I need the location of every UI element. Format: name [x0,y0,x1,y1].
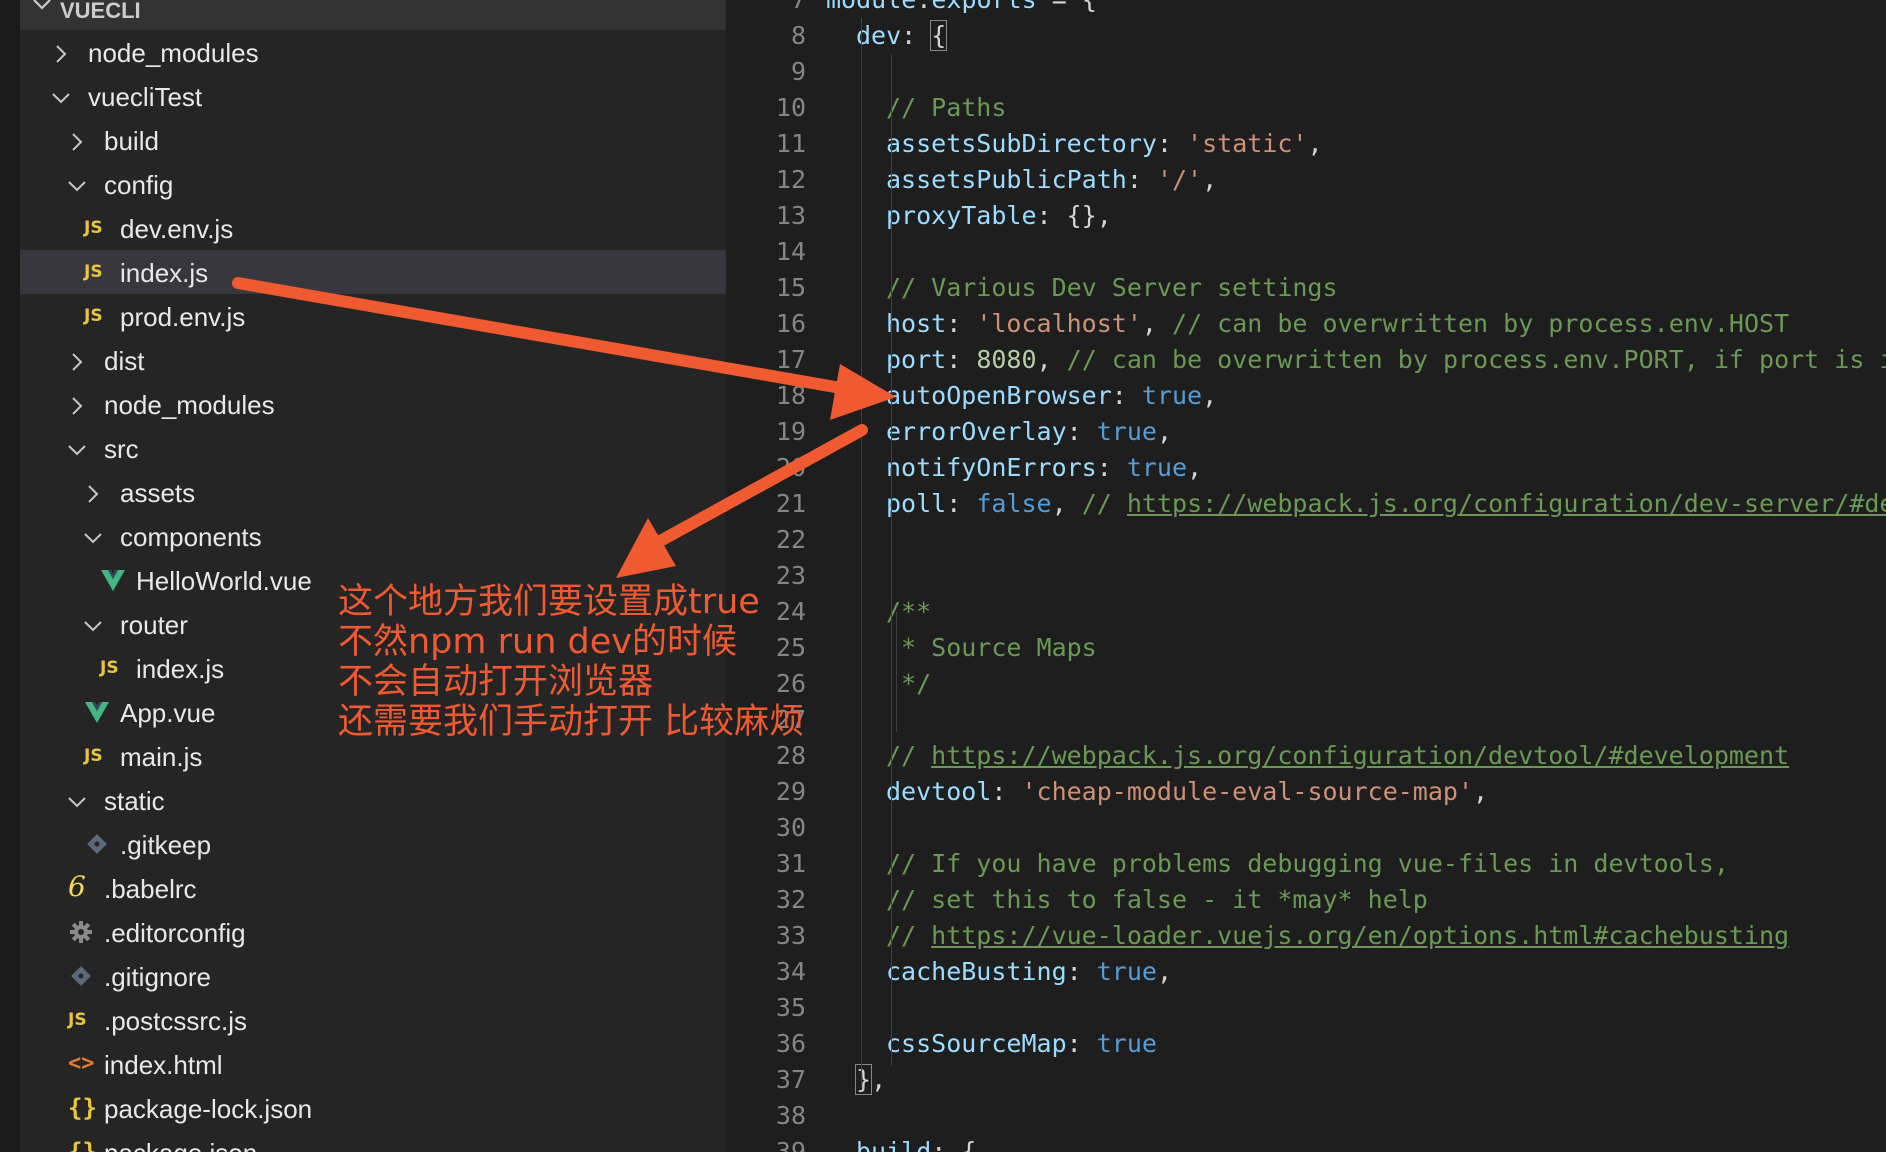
arrow-to-note [616,424,868,578]
arrow-to-autoopenbrowser [232,277,896,420]
annotation-arrows [232,277,896,578]
